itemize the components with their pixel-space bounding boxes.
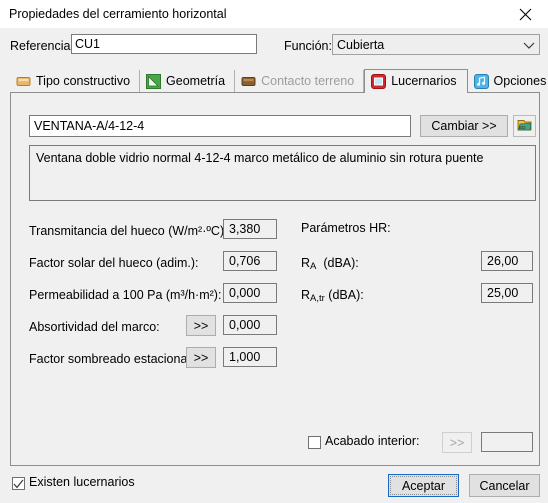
param-value-absortividad[interactable]: 0,000 bbox=[223, 315, 277, 335]
change-button[interactable]: Cambiar >> bbox=[420, 115, 508, 137]
library-folder-icon: ED bbox=[517, 118, 532, 135]
ratr-label-main: R bbox=[301, 288, 311, 302]
ra-value-field[interactable]: 26,00 bbox=[481, 251, 533, 271]
svg-text:ED: ED bbox=[519, 125, 526, 130]
ra-label: RA (dBA): bbox=[301, 256, 359, 272]
ratr-label: RA,tr (dBA): bbox=[301, 288, 364, 304]
acabado-value-field[interactable] bbox=[481, 432, 533, 452]
window-title: Propiedades del cerramiento horizontal bbox=[9, 7, 227, 21]
tab-contacto-terreno[interactable]: Contacto terreno bbox=[235, 70, 365, 93]
ra-label-unit: (dBA): bbox=[323, 256, 359, 270]
tab-label: Geometría bbox=[166, 74, 226, 89]
param-label-absortividad: Absortividad del marco: bbox=[29, 320, 160, 334]
library-button[interactable]: ED bbox=[513, 115, 536, 137]
param-label-transmitancia: Transmitancia del hueco (W/m²·ºC): bbox=[29, 224, 228, 238]
reference-label: Referencia: bbox=[10, 39, 74, 53]
brown-block-icon bbox=[241, 74, 256, 89]
tab-label: Opciones HR bbox=[493, 74, 548, 89]
accept-button[interactable]: Aceptar bbox=[388, 474, 459, 497]
tab-label: Lucernarios bbox=[391, 74, 457, 89]
cancel-button[interactable]: Cancelar bbox=[469, 474, 540, 497]
footer-bar: Existen lucernarios Aceptar Cancelar bbox=[0, 468, 548, 503]
cancel-button-label: Cancelar bbox=[479, 478, 530, 493]
sombreado-arrows-button[interactable]: >> bbox=[186, 347, 216, 368]
green-triangle-icon bbox=[146, 74, 162, 89]
title-bar: Propiedades del cerramiento horizontal bbox=[0, 0, 548, 28]
param-value-transmitancia[interactable]: 3,380 bbox=[223, 219, 277, 239]
focus-outline bbox=[390, 476, 457, 495]
param-value-sombreado[interactable]: 1,000 bbox=[223, 347, 277, 367]
lucernarios-panel: Cambiar >> ED Ventana doble vidrio norma… bbox=[10, 92, 540, 466]
function-select-value: Cubierta bbox=[337, 37, 385, 52]
tab-lucernarios[interactable]: Lucernarios bbox=[364, 69, 468, 93]
chevron-down-icon bbox=[519, 41, 539, 49]
tab-strip: Tipo constructivo Geometría Contacto ter… bbox=[10, 69, 548, 93]
param-label-sombreado: Factor sombreado estacional: bbox=[29, 352, 194, 366]
tab-opciones-hr[interactable]: Opciones HR bbox=[467, 70, 548, 93]
acabado-interior-checkbox[interactable] bbox=[308, 436, 321, 449]
checkmark-icon bbox=[13, 479, 24, 488]
description-box: Ventana doble vidrio normal 4-12-4 marco… bbox=[29, 145, 536, 201]
acabado-arrows-button[interactable]: >> bbox=[442, 432, 472, 453]
ratr-value-field[interactable]: 25,00 bbox=[481, 283, 533, 303]
param-label-factor-solar: Factor solar del hueco (adim.): bbox=[29, 256, 199, 270]
param-value-factor-solar[interactable]: 0,706 bbox=[223, 251, 277, 271]
param-value-permeabilidad[interactable]: 0,000 bbox=[223, 283, 277, 303]
ra-label-main: R bbox=[301, 256, 311, 270]
existen-lucernarios-checkbox[interactable] bbox=[12, 477, 25, 490]
tab-tipo-constructivo[interactable]: Tipo constructivo bbox=[10, 70, 141, 93]
tab-geometria[interactable]: Geometría bbox=[140, 70, 236, 93]
tab-label: Contacto terreno bbox=[261, 74, 355, 89]
close-icon bbox=[519, 8, 532, 21]
acabado-interior-label: Acabado interior: bbox=[325, 434, 420, 448]
ratr-label-unit: (dBA): bbox=[328, 288, 364, 302]
ratr-label-sub: A,tr bbox=[310, 293, 325, 304]
element-name-input[interactable] bbox=[29, 115, 411, 137]
reference-input[interactable] bbox=[71, 34, 257, 54]
function-select[interactable]: Cubierta bbox=[332, 34, 540, 55]
absortividad-arrows-button[interactable]: >> bbox=[186, 315, 216, 336]
ra-label-sub: A bbox=[310, 261, 317, 272]
hr-section-title: Parámetros HR: bbox=[301, 221, 391, 235]
function-label: Función: bbox=[284, 39, 332, 53]
red-skylight-icon bbox=[371, 74, 387, 89]
existen-lucernarios-label: Existen lucernarios bbox=[29, 475, 135, 489]
orange-block-icon bbox=[16, 74, 31, 89]
param-label-permeabilidad: Permeabilidad a 100 Pa (m³/h·m²): bbox=[29, 288, 222, 302]
tab-label: Tipo constructivo bbox=[36, 74, 131, 89]
close-button[interactable] bbox=[503, 0, 548, 28]
header-row: Referencia: Función: Cubierta bbox=[0, 28, 548, 66]
blue-music-note-icon bbox=[473, 74, 489, 89]
